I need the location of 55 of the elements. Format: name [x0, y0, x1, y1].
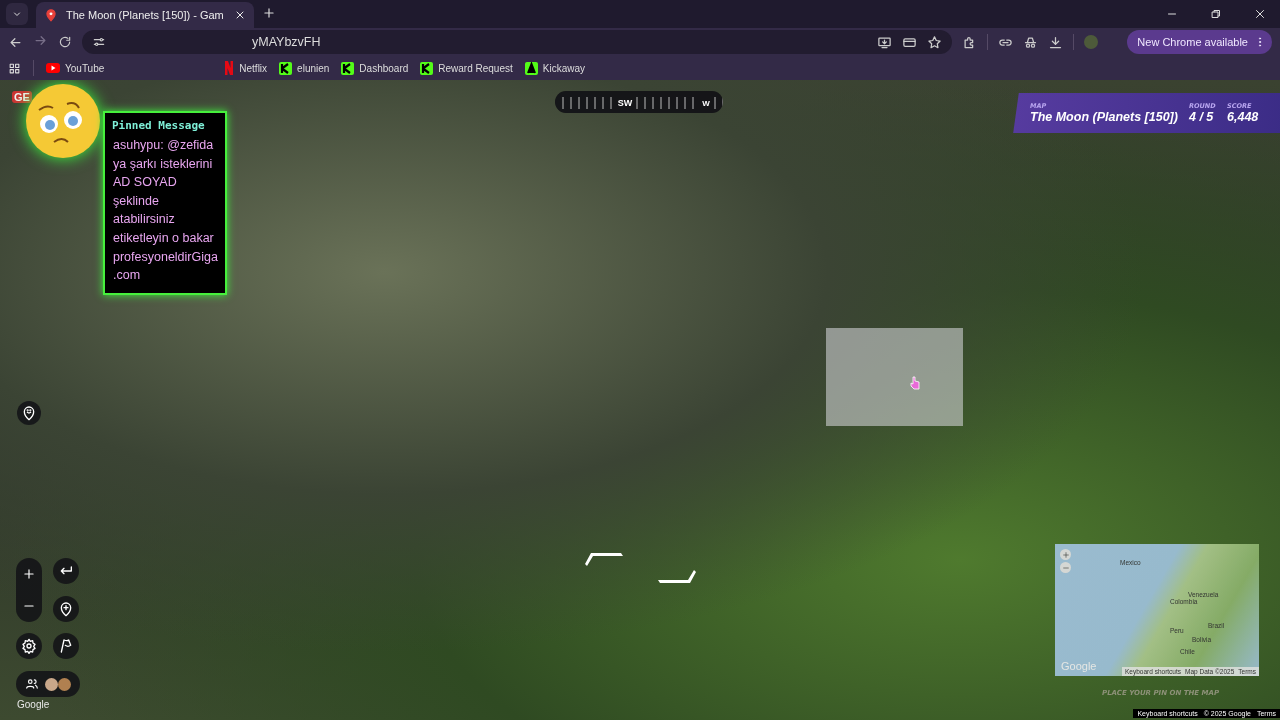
- bookmark[interactable]: Kickaway: [524, 61, 585, 75]
- pin-face-icon: [21, 405, 37, 421]
- close-icon[interactable]: [234, 9, 246, 21]
- restore-icon[interactable]: [1210, 8, 1222, 20]
- k-logo-icon: [420, 61, 434, 75]
- zoom-in-icon[interactable]: [22, 567, 36, 581]
- bookmark[interactable]: Dashboard: [341, 61, 409, 75]
- plus-icon: [1061, 550, 1070, 559]
- map-logo: Google: [1061, 660, 1097, 672]
- star-icon[interactable]: [927, 34, 942, 50]
- download-icon[interactable]: [1048, 34, 1063, 50]
- close-icon[interactable]: [1254, 8, 1266, 20]
- map-zoom-in-button[interactable]: [1060, 549, 1071, 560]
- a-logo-icon: [524, 61, 538, 75]
- bookmark[interactable]: YouTube: [46, 62, 105, 74]
- compass-bar[interactable]: SW W: [555, 91, 723, 113]
- hud-value: 6,448: [1226, 110, 1258, 124]
- bookmark[interactable]: Netflix: [224, 61, 268, 75]
- player-avatar: [58, 677, 71, 691]
- tab-list-button[interactable]: [6, 3, 28, 25]
- navigation-arrow-icon[interactable]: [656, 568, 696, 584]
- people-icon: [25, 677, 39, 691]
- player-avatar: [45, 677, 58, 691]
- hud-value: 4 / 5: [1188, 110, 1215, 124]
- pin-plus-icon: [58, 600, 74, 617]
- address-bar[interactable]: yMAYbzvFH: [82, 30, 952, 54]
- browser-tab[interactable]: The Moon (Planets [150]) - Gam: [36, 2, 254, 28]
- play-icon: [46, 63, 60, 73]
- bookmark[interactable]: elunien: [279, 61, 330, 75]
- k-logo-icon: [279, 61, 293, 75]
- plus-icon[interactable]: [262, 5, 276, 20]
- hud-value: The Moon (Planets [150]): [1030, 110, 1178, 124]
- flag-icon: [58, 638, 74, 654]
- game-logo: GE: [12, 91, 32, 103]
- hand-cursor-icon: [910, 376, 920, 390]
- players-pill[interactable]: [16, 671, 80, 697]
- spy-icon[interactable]: [1023, 34, 1038, 50]
- google-logo: Google: [17, 699, 50, 710]
- reload-icon[interactable]: [58, 35, 72, 49]
- forward-arrow-icon[interactable]: [33, 33, 48, 48]
- ribbon-icon: [224, 61, 235, 75]
- bookmark[interactable]: Reward Request: [420, 61, 513, 75]
- settings-icon: [21, 638, 37, 654]
- navigation-arrow-icon[interactable]: [585, 552, 625, 568]
- compass-heading: SW: [617, 98, 633, 108]
- apps-grid-icon[interactable]: [8, 61, 21, 75]
- update-button[interactable]: New Chrome available: [1127, 30, 1272, 54]
- location-pin-icon: [44, 8, 58, 22]
- k-logo-icon: [341, 61, 355, 75]
- site-settings-icon: [92, 35, 106, 49]
- compass-heading: W: [702, 99, 710, 108]
- pinned-message-title: Pinned Message: [112, 119, 206, 132]
- pinned-message-text: asuhypu: @zefida ya şarkı isteklerini AD SOYAD şeklinde atabilirsiniz etiketleyin o bakar profesyoneldirGiga.com: [113, 137, 219, 285]
- install-icon[interactable]: [877, 34, 892, 50]
- tab-title: The Moon (Planets [150]) - Gam: [66, 9, 225, 21]
